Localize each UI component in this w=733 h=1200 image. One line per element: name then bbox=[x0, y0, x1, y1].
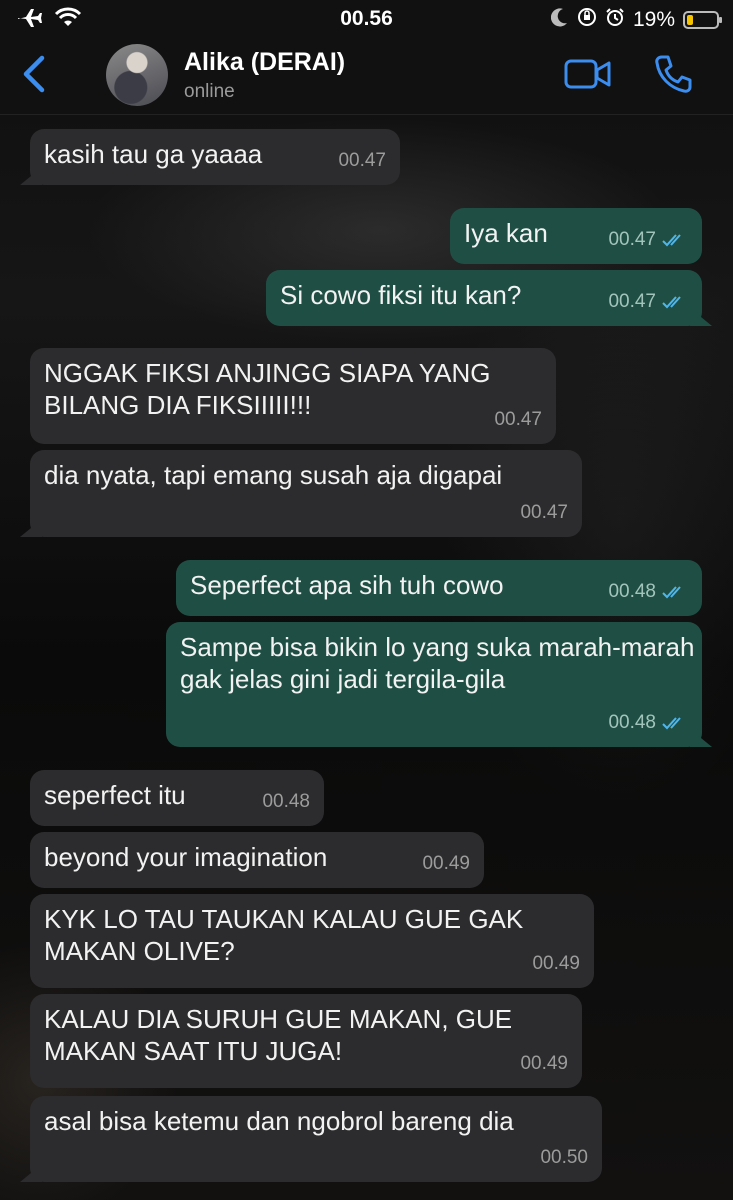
message-time: 00.49 bbox=[532, 953, 580, 974]
message-time: 00.50 bbox=[540, 1147, 588, 1168]
message-time: 00.48 bbox=[608, 581, 656, 602]
message-outgoing[interactable]: Seperfect apa sih tuh cowo 00.48 bbox=[176, 560, 702, 616]
phone-call-icon bbox=[655, 55, 692, 93]
message-time: 00.47 bbox=[494, 409, 542, 430]
message-time: 00.49 bbox=[520, 1053, 568, 1074]
message-time: 00.47 bbox=[608, 229, 656, 250]
message-time: 00.47 bbox=[520, 502, 568, 523]
message-text: KALAU DIA SURUH GUE MAKAN, GUE MAKAN SAA… bbox=[44, 1004, 513, 1066]
message-incoming[interactable]: dia nyata, tapi emang susah aja digapai … bbox=[30, 450, 582, 537]
read-receipt-icon bbox=[662, 717, 681, 730]
message-incoming[interactable]: asal bisa ketemu dan ngobrol bareng dia … bbox=[30, 1096, 602, 1182]
rotation-lock-icon bbox=[577, 7, 597, 33]
message-incoming[interactable]: NGGAK FIKSI ANJINGG SIAPA YANG BILANG DI… bbox=[30, 348, 556, 444]
video-call-button[interactable] bbox=[564, 56, 612, 92]
message-text: asal bisa ketemu dan ngobrol bareng dia bbox=[44, 1106, 514, 1136]
message-text: Sampe bisa bikin lo yang suka marah-mara… bbox=[180, 632, 695, 694]
contact-name[interactable]: Alika (DERAI) bbox=[184, 48, 345, 77]
message-time: 00.47 bbox=[608, 291, 656, 312]
message-text: kasih tau ga yaaaa bbox=[44, 139, 263, 169]
message-incoming[interactable]: KYK LO TAU TAUKAN KALAU GUE GAK MAKAN OL… bbox=[30, 894, 594, 988]
message-text: Si cowo fiksi itu kan? bbox=[280, 280, 522, 310]
message-incoming[interactable]: beyond your imagination 00.49 bbox=[30, 832, 484, 888]
message-text: Seperfect apa sih tuh cowo bbox=[190, 570, 504, 600]
avatar[interactable] bbox=[106, 44, 168, 106]
message-text: Iya kan bbox=[464, 218, 548, 248]
message-outgoing[interactable]: Sampe bisa bikin lo yang suka marah-mara… bbox=[166, 622, 702, 747]
message-outgoing[interactable]: Iya kan 00.47 bbox=[450, 208, 702, 264]
chat-header: Alika (DERAI) online bbox=[0, 38, 733, 115]
message-outgoing[interactable]: Si cowo fiksi itu kan? 00.47 bbox=[266, 270, 702, 326]
contact-status: online bbox=[184, 81, 235, 102]
back-button[interactable] bbox=[18, 54, 52, 94]
read-receipt-icon bbox=[662, 586, 681, 599]
message-text: NGGAK FIKSI ANJINGG SIAPA YANG BILANG DI… bbox=[44, 358, 491, 420]
message-incoming[interactable]: KALAU DIA SURUH GUE MAKAN, GUE MAKAN SAA… bbox=[30, 994, 582, 1088]
message-text: KYK LO TAU TAUKAN KALAU GUE GAK MAKAN OL… bbox=[44, 904, 524, 966]
status-bar: 00.56 19% bbox=[0, 0, 733, 38]
message-text: dia nyata, tapi emang susah aja digapai bbox=[44, 460, 503, 490]
video-call-icon bbox=[564, 59, 611, 89]
alarm-icon bbox=[605, 7, 625, 33]
message-text: seperfect itu bbox=[44, 780, 186, 810]
message-text: beyond your imagination bbox=[44, 842, 328, 872]
message-time: 00.48 bbox=[608, 712, 656, 733]
read-receipt-icon bbox=[662, 234, 681, 247]
battery-icon bbox=[683, 11, 722, 29]
message-incoming[interactable]: seperfect itu 00.48 bbox=[30, 770, 324, 826]
phone-call-button[interactable] bbox=[654, 54, 692, 94]
message-time: 00.48 bbox=[262, 791, 310, 812]
chat-screen: 00.56 19% Alika (DERAI) online kasih tau… bbox=[0, 0, 733, 1200]
moon-icon bbox=[550, 7, 569, 33]
message-incoming[interactable]: kasih tau ga yaaaa 00.47 bbox=[30, 129, 400, 185]
battery-percent: 19% bbox=[632, 8, 675, 31]
back-chevron-icon bbox=[23, 55, 45, 93]
read-receipt-icon bbox=[662, 296, 681, 309]
message-time: 00.47 bbox=[338, 150, 386, 171]
message-time: 00.49 bbox=[422, 853, 470, 874]
